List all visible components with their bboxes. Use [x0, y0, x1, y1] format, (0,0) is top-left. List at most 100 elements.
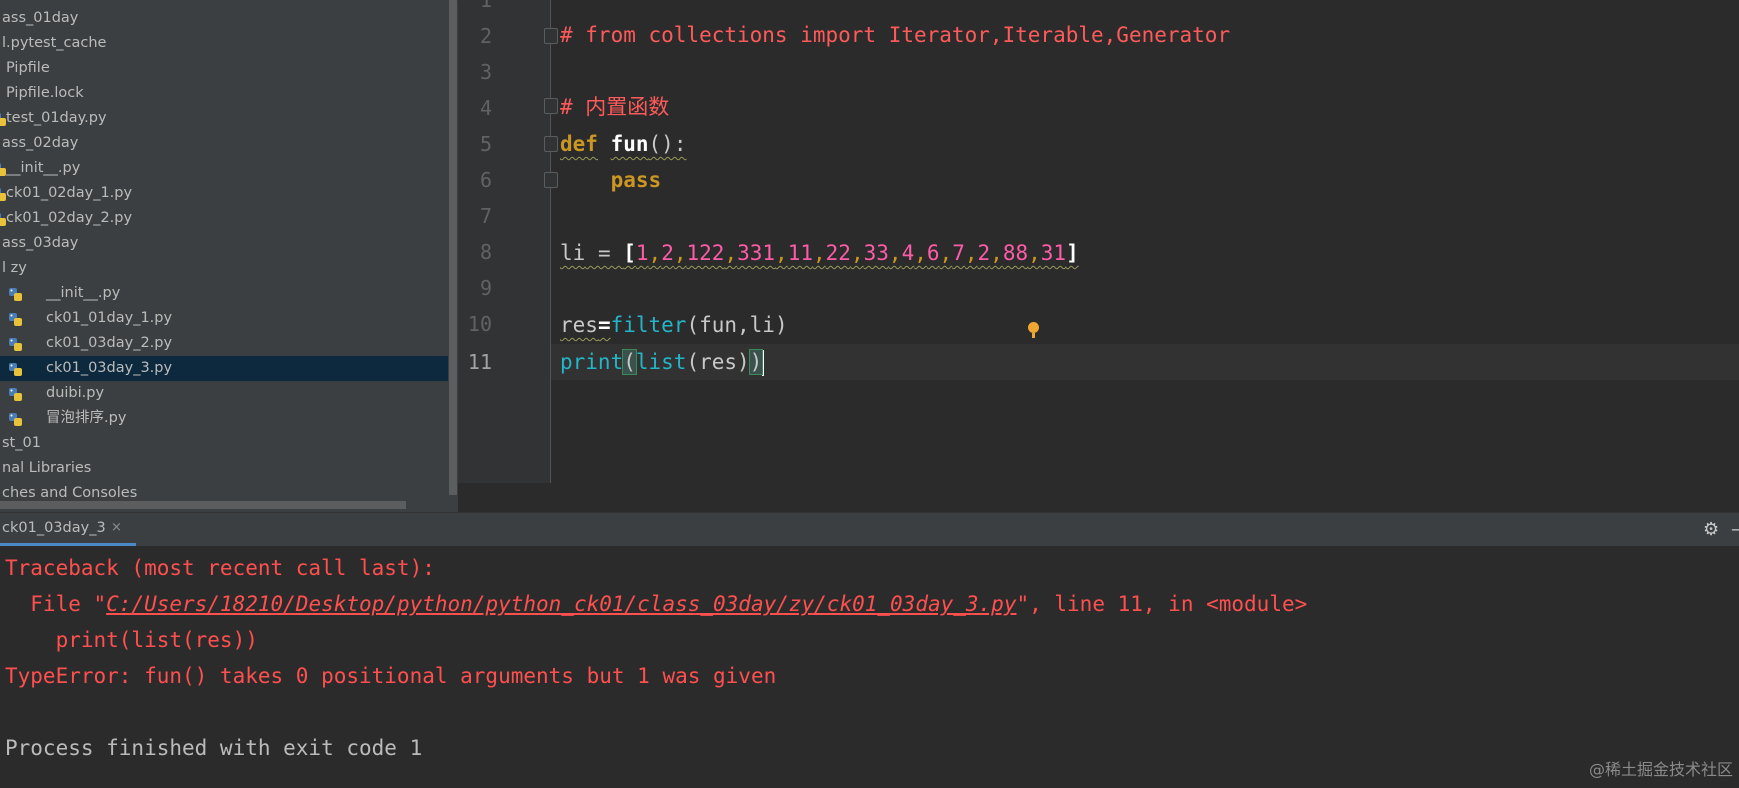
- tree-item[interactable]: nal Libraries: [0, 456, 458, 481]
- list-number: 331: [737, 241, 776, 265]
- tree-item-label: __init__.py: [6, 160, 81, 176]
- code-line-5[interactable]: def fun():: [560, 126, 686, 162]
- tree-item[interactable]: ass_02day: [0, 131, 458, 156]
- list-comma: ,: [914, 241, 927, 265]
- keyword-def: def: [560, 132, 598, 156]
- fold-marker-icon[interactable]: [544, 28, 558, 44]
- tree-item[interactable]: l.pytest_cache: [0, 31, 458, 56]
- matched-close-paren: ): [748, 349, 764, 375]
- list-comma: ,: [775, 241, 788, 265]
- list-comma: ,: [939, 241, 953, 265]
- tree-item-label: ck01_02day_1.py: [6, 185, 133, 201]
- line-number: 4: [479, 96, 492, 120]
- list-number: 4: [901, 241, 915, 265]
- gear-icon[interactable]: ⚙: [1703, 519, 1719, 540]
- console-error-message: TypeError: fun() takes 0 positional argu…: [5, 664, 777, 688]
- fold-marker-icon[interactable]: [544, 98, 558, 114]
- tree-item-label: st_01: [2, 435, 41, 451]
- list-number: 122: [686, 241, 725, 265]
- assign-operator: =: [585, 241, 624, 265]
- code-line-10[interactable]: res=filter(fun,li): [560, 307, 788, 343]
- code-editor[interactable]: 1 2 3 4 5 6 7 8 9 10 11 # from collectio…: [458, 0, 1739, 483]
- tree-item[interactable]: ck01_02day_2.py: [0, 206, 458, 231]
- tree-item-label: ass_01day: [2, 10, 79, 26]
- close-icon[interactable]: ×: [111, 520, 122, 535]
- line-number: 3: [479, 60, 492, 84]
- fold-marker-icon[interactable]: [544, 172, 558, 188]
- run-tab-label: ck01_03day_3: [2, 520, 106, 536]
- list-comma: ,: [648, 241, 662, 265]
- intention-bulb-icon[interactable]: [1028, 322, 1039, 333]
- list-number: 88: [1002, 241, 1029, 265]
- tree-item[interactable]: ck01_03day_2.py: [0, 331, 458, 356]
- tree-item[interactable]: l zy: [0, 256, 458, 281]
- tree-item[interactable]: __init__.py: [0, 156, 458, 181]
- tree-item[interactable]: ck01_02day_1.py: [0, 181, 458, 206]
- file-path-link[interactable]: C:/Users/18210/Desktop/python/python_ck0…: [106, 592, 1016, 616]
- list-number: 22: [825, 241, 851, 265]
- python-file-icon: [8, 411, 23, 426]
- code-line-6[interactable]: pass: [560, 162, 662, 198]
- python-file-icon: [8, 286, 23, 301]
- tree-item[interactable]: 冒泡排序.py: [0, 406, 458, 431]
- tree-item[interactable]: ck01_01day_1.py: [0, 306, 458, 331]
- line-number: 6: [479, 168, 492, 192]
- list-comma: ,: [888, 241, 902, 265]
- sidebar-horizontal-scrollbar[interactable]: [0, 501, 406, 509]
- python-file-icon: [8, 336, 23, 351]
- console-exit-message: Process finished with exit code 1: [5, 736, 423, 760]
- list-comma: ,: [850, 241, 864, 265]
- line-number: 5: [479, 132, 492, 156]
- code-line-8[interactable]: li = [1,2,122,331,11,22,33,4,6,7,2,88,31…: [560, 235, 1079, 271]
- list-number: 11: [787, 241, 813, 265]
- list-open-bracket: [: [623, 241, 636, 265]
- line-number: 8: [479, 240, 492, 264]
- python-file-icon: [8, 311, 23, 326]
- function-params: ():: [648, 132, 687, 156]
- tree-item-label: l zy: [2, 260, 27, 276]
- tree-item-label: 冒泡排序.py: [46, 410, 127, 426]
- tree-item[interactable]: duibi.py: [0, 381, 458, 406]
- tree-item-label: Pipfile.lock: [6, 85, 84, 101]
- project-tree: ass_01day l.pytest_cache Pipfile Pipfile.lo…: [0, 6, 458, 506]
- tree-item[interactable]: Pipfile.lock: [0, 81, 458, 106]
- list-close-bracket: ]: [1066, 241, 1079, 265]
- run-tab[interactable]: ck01_03day_3 ×: [0, 513, 136, 547]
- assign-operator: =: [597, 313, 611, 337]
- filter-args: (fun,li): [686, 313, 788, 337]
- tree-item[interactable]: __init__.py: [0, 281, 458, 306]
- minimize-icon[interactable]: –: [1731, 519, 1739, 540]
- run-toolbar: ck01_03day_3 × ⚙ –: [0, 512, 1739, 547]
- tree-item[interactable]: st_01: [0, 431, 458, 456]
- function-name: fun: [610, 132, 649, 156]
- code-line-2[interactable]: # from collections import Iterator,Itera…: [560, 17, 1230, 53]
- list-number: 7: [952, 241, 965, 265]
- line-number: 7: [479, 204, 492, 228]
- tree-item-label: __init__.py: [46, 285, 121, 301]
- file-suffix: ", line 11, in <module>: [1016, 592, 1308, 616]
- tree-item[interactable]: test_01day.py: [0, 106, 458, 131]
- tree-item-label: ck01_03day_2.py: [46, 335, 173, 351]
- code-line-11[interactable]: print(list(res)): [560, 344, 765, 380]
- tree-item-label: ck01_01day_1.py: [46, 310, 173, 326]
- line-number: 2: [479, 24, 492, 48]
- line-number: 9: [479, 276, 492, 300]
- tree-item[interactable]: Pipfile: [0, 56, 458, 81]
- tree-item-label: nal Libraries: [2, 460, 92, 476]
- console-traceback: Traceback (most recent call last):: [5, 556, 435, 580]
- tree-item[interactable]: ass_01day: [0, 6, 458, 31]
- tree-item-selected[interactable]: ck01_03day_3.py: [0, 356, 458, 381]
- python-file-icon: [8, 361, 23, 376]
- tree-item-label: ass_03day: [2, 235, 79, 251]
- gutter-divider: [550, 0, 551, 483]
- list-literal: 1,2,122,331,11,22,33,4,6,7,2,88,31: [636, 241, 1066, 265]
- tree-item[interactable]: ass_03day: [0, 231, 458, 256]
- variable-li: li: [560, 241, 586, 265]
- tree-item-label: ass_02day: [2, 135, 79, 151]
- code-line-4[interactable]: # 内置函数: [560, 89, 669, 125]
- line-number: 10: [467, 312, 492, 336]
- file-prefix: File ": [5, 592, 107, 616]
- run-console[interactable]: Traceback (most recent call last): File …: [0, 546, 1739, 788]
- fold-marker-icon[interactable]: [544, 136, 558, 152]
- sidebar-scrollbar-thumb[interactable]: [449, 0, 457, 495]
